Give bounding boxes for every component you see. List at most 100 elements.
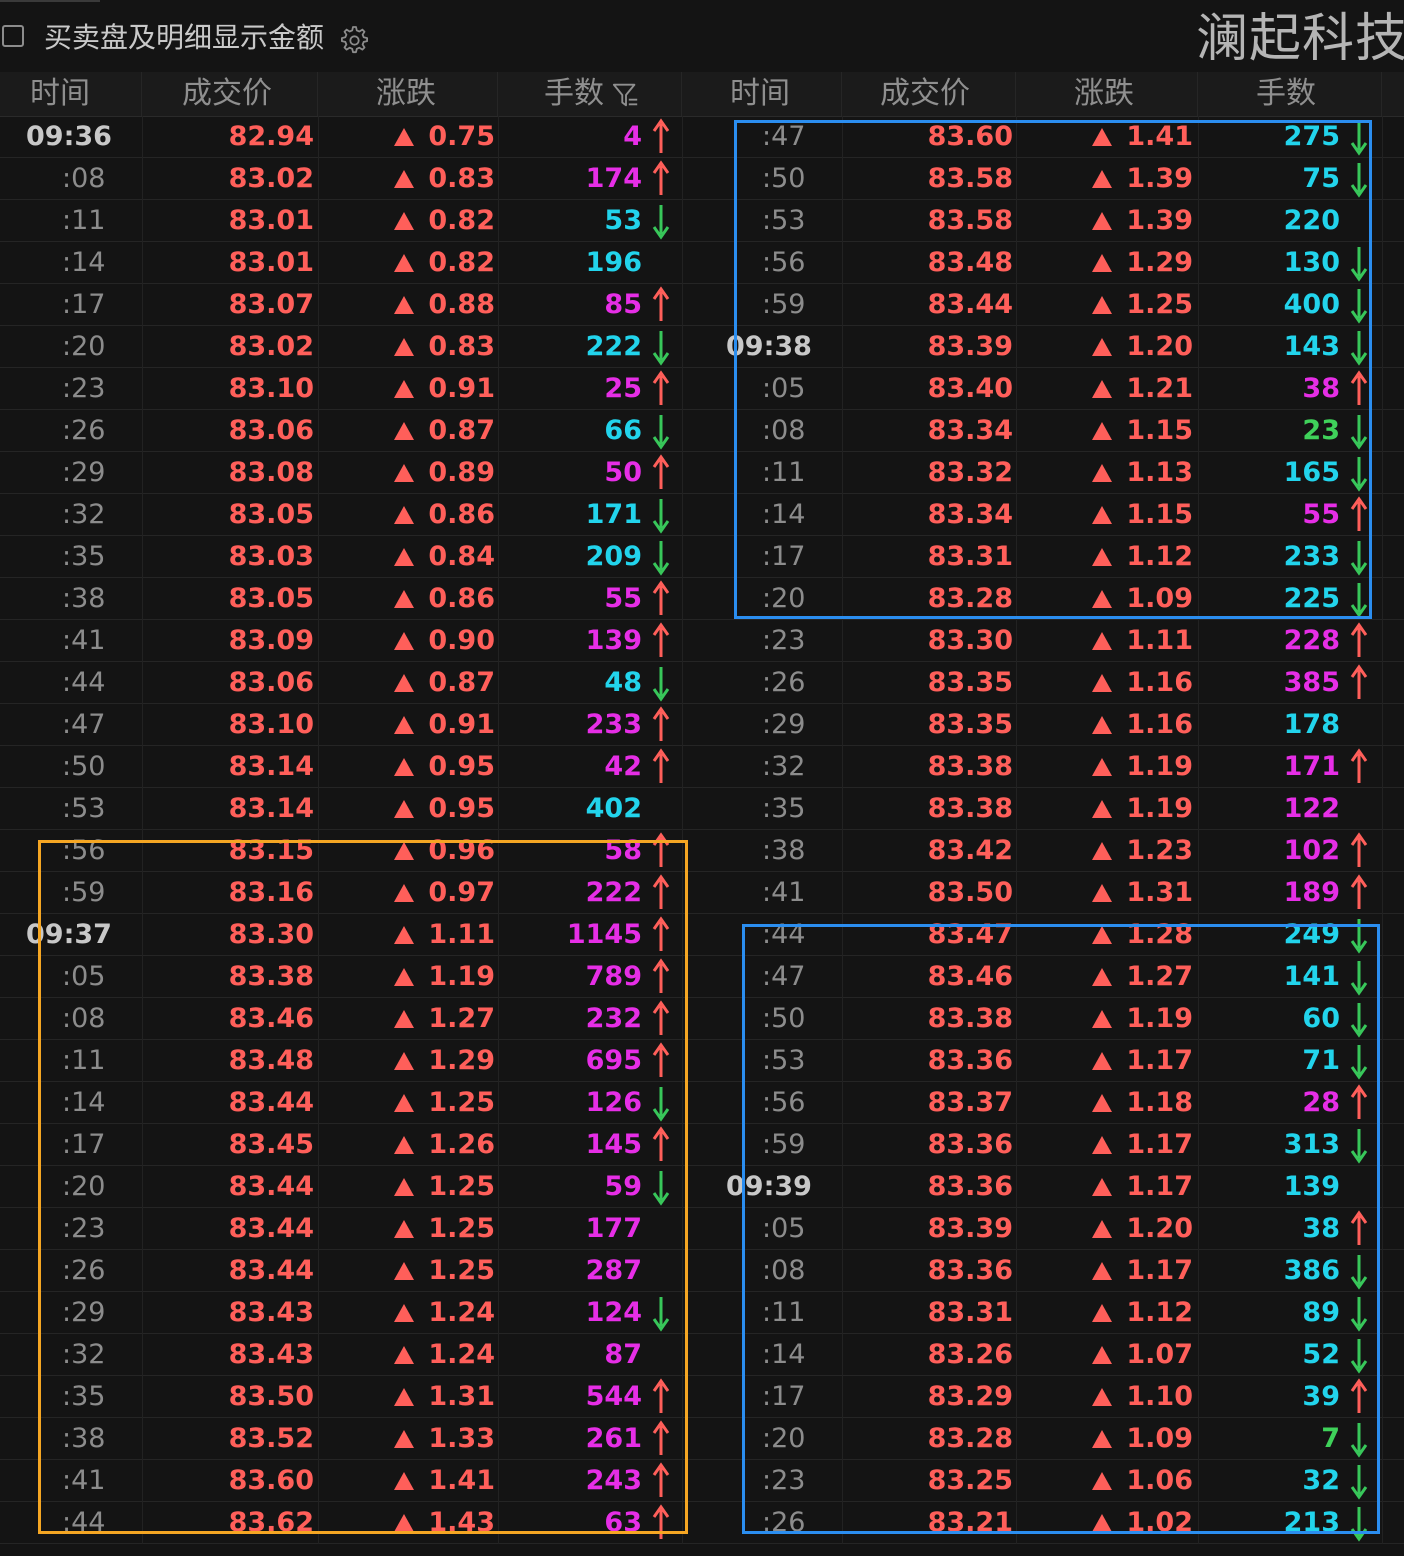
change-cell: 1.10 — [1053, 1376, 1193, 1418]
column-header-left-price[interactable]: 成交价 — [182, 72, 318, 116]
up-triangle-icon — [1092, 1262, 1113, 1280]
change-cell: 1.13 — [1053, 452, 1193, 494]
up-triangle-icon — [1092, 548, 1113, 566]
column-header-right-time[interactable]: 时间 — [730, 72, 842, 116]
change-value: 1.17 — [1126, 1171, 1193, 1202]
volume-cell: 85 — [604, 289, 642, 320]
change-value: 1.16 — [1126, 667, 1193, 698]
change-value: 1.13 — [1126, 457, 1193, 488]
up-triangle-icon — [394, 1514, 415, 1532]
price-cell: 83.06 — [228, 667, 314, 698]
volume-cell: 124 — [585, 1297, 642, 1328]
arrow-up-icon — [1350, 496, 1368, 531]
volume-cell: 7 — [1321, 1423, 1340, 1454]
change-value: 0.91 — [428, 709, 495, 740]
arrow-down-icon — [652, 205, 670, 240]
change-cell: 1.41 — [1053, 116, 1193, 158]
column-header-right-volume[interactable]: 手数 — [1256, 72, 1382, 116]
change-value: 1.17 — [1126, 1129, 1193, 1160]
column-header-right-price[interactable]: 成交价 — [880, 72, 1016, 116]
up-triangle-icon — [1092, 1052, 1113, 1070]
up-triangle-icon — [394, 1472, 415, 1490]
up-triangle-icon — [1092, 1220, 1113, 1238]
change-value: 1.25 — [428, 1171, 495, 1202]
up-triangle-icon — [1092, 338, 1113, 356]
gear-icon[interactable] — [338, 24, 368, 54]
volume-cell: 789 — [585, 961, 642, 992]
change-cell: 0.97 — [355, 872, 495, 914]
column-header-left-change[interactable]: 涨跌 — [376, 72, 498, 116]
column-divider — [682, 116, 683, 1544]
volume-cell: 75 — [1302, 163, 1340, 194]
up-triangle-icon — [1092, 884, 1113, 902]
change-cell: 1.02 — [1053, 1502, 1193, 1544]
time-cell: :44 — [62, 667, 106, 698]
change-value: 0.84 — [428, 541, 495, 572]
time-cell: :59 — [762, 289, 806, 320]
time-cell: :17 — [62, 289, 106, 320]
change-cell: 1.29 — [355, 1040, 495, 1082]
change-cell: 0.83 — [355, 158, 495, 200]
time-cell: :56 — [62, 835, 106, 866]
up-triangle-icon — [1092, 1304, 1113, 1322]
change-cell: 1.24 — [355, 1292, 495, 1334]
up-triangle-icon — [1092, 590, 1113, 608]
change-value: 1.28 — [1126, 919, 1193, 950]
show-amount-label[interactable]: 买卖盘及明细显示金额 — [44, 20, 324, 56]
volume-cell: 287 — [585, 1255, 642, 1286]
change-cell: 1.25 — [355, 1208, 495, 1250]
volume-cell: 213 — [1283, 1507, 1340, 1538]
time-cell: :50 — [762, 1003, 806, 1034]
price-cell: 83.14 — [228, 751, 314, 782]
time-cell: :08 — [762, 1255, 806, 1286]
change-cell: 0.86 — [355, 494, 495, 536]
time-cell: 09:38 — [726, 331, 812, 362]
volume-cell: 25 — [604, 373, 642, 404]
time-cell: :53 — [762, 1045, 806, 1076]
volume-cell: 233 — [585, 709, 642, 740]
arrow-up-icon — [652, 1126, 670, 1161]
time-cell: :11 — [62, 205, 106, 236]
time-cell: :11 — [762, 457, 806, 488]
change-value: 1.11 — [1126, 625, 1193, 656]
up-triangle-icon — [394, 212, 415, 230]
price-cell: 83.52 — [228, 1423, 314, 1454]
column-header-right-change[interactable]: 涨跌 — [1074, 72, 1198, 116]
up-triangle-icon — [394, 674, 415, 692]
price-cell: 83.39 — [927, 331, 1013, 362]
time-cell: :11 — [762, 1297, 806, 1328]
price-cell: 83.07 — [228, 289, 314, 320]
filter-icon[interactable] — [612, 80, 640, 110]
arrow-up-icon — [1350, 1084, 1368, 1119]
show-amount-checkbox[interactable] — [2, 25, 24, 47]
up-triangle-icon — [1092, 464, 1113, 482]
change-value: 1.15 — [1126, 499, 1193, 530]
volume-cell: 222 — [585, 877, 642, 908]
time-cell: :53 — [762, 205, 806, 236]
time-cell: :38 — [762, 835, 806, 866]
volume-cell: 196 — [585, 247, 642, 278]
time-cell: :38 — [62, 583, 106, 614]
change-cell: 1.26 — [355, 1124, 495, 1166]
arrow-down-icon — [1350, 541, 1368, 576]
change-value: 1.27 — [428, 1003, 495, 1034]
change-cell: 0.82 — [355, 242, 495, 284]
change-value: 1.09 — [1126, 583, 1193, 614]
arrow-down-icon — [652, 415, 670, 450]
volume-cell: 178 — [1283, 709, 1340, 740]
volume-cell: 139 — [1283, 1171, 1340, 1202]
up-triangle-icon — [1092, 1136, 1113, 1154]
price-cell: 83.09 — [228, 625, 314, 656]
change-value: 1.25 — [1126, 289, 1193, 320]
up-triangle-icon — [1092, 1094, 1113, 1112]
column-header-left-time[interactable]: 时间 — [30, 72, 142, 116]
up-triangle-icon — [1092, 1472, 1113, 1490]
change-cell: 1.39 — [1053, 200, 1193, 242]
price-cell: 83.16 — [228, 877, 314, 908]
volume-cell: 222 — [585, 331, 642, 362]
arrow-down-icon — [1350, 1003, 1368, 1038]
arrow-up-icon — [652, 1000, 670, 1035]
change-value: 0.89 — [428, 457, 495, 488]
arrow-up-icon — [652, 580, 670, 615]
volume-cell: 220 — [1283, 205, 1340, 236]
